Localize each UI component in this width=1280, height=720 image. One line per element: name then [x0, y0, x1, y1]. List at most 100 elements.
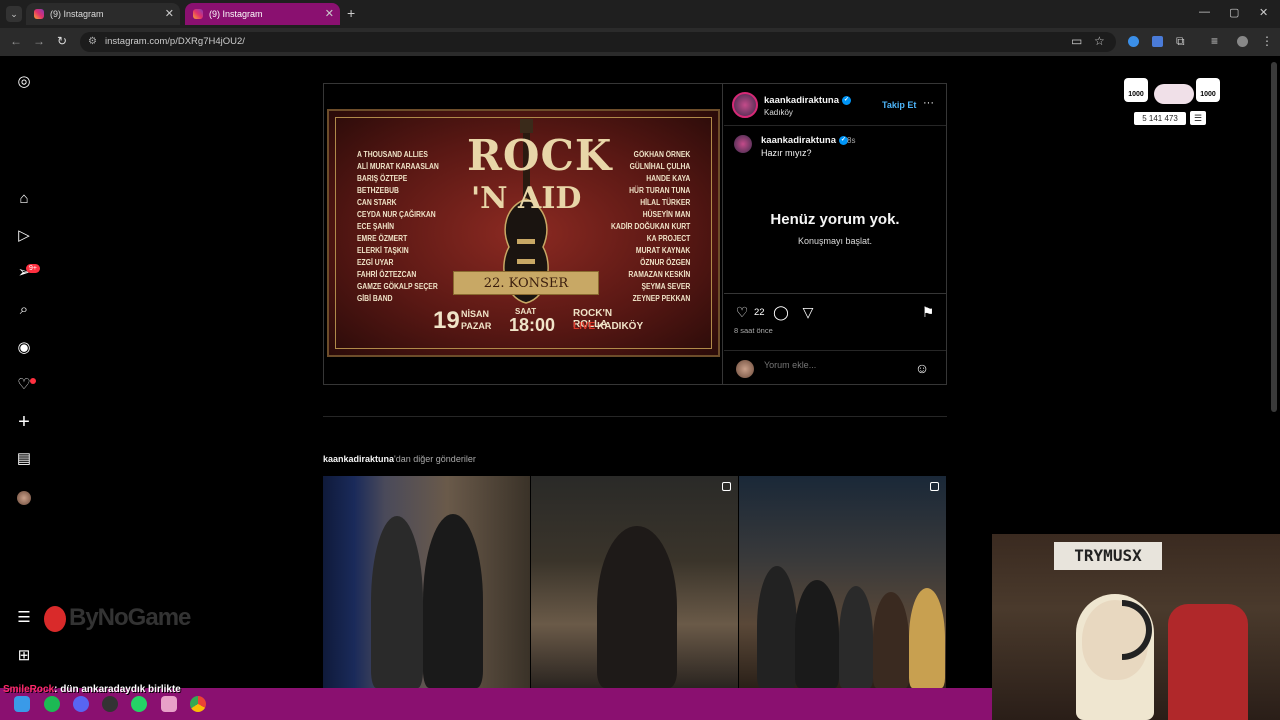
- windows-start-icon[interactable]: [14, 696, 30, 712]
- grid-post-3[interactable]: [739, 476, 946, 688]
- more-posts-heading: kaankadiraktuna'dan diğer gönderiler: [323, 454, 476, 464]
- multiple-photos-icon: [722, 482, 731, 491]
- new-tab-button[interactable]: +: [347, 5, 355, 21]
- poster-artist-name: BARIŞ ÖZTEPE: [357, 174, 408, 183]
- poster-artist-name: HÜR TURAN TUNA: [628, 186, 690, 195]
- author-username[interactable]: kaankadiraktuna ✓: [764, 95, 851, 106]
- back-arrow-icon[interactable]: ←: [10, 34, 22, 48]
- poster-right-artists: GÖKHAN ÖRNEK GÜLNİHAL ÇULHA HANDE KAYA HÜR …: [611, 149, 690, 305]
- address-toolbar: ← → ↻ ⚙ instagram.com/p/DXRg7H4jOU2/ ▭ ☆…: [0, 28, 1280, 56]
- like-heart-icon[interactable]: ♡: [734, 304, 750, 320]
- poster-artist-name: HANDE KAYA: [645, 174, 690, 183]
- browser-tab-bar: ⌄ (9) Instagram ✕ (9) Instagram ✕ + — ▢ …: [0, 0, 1280, 28]
- more-options-icon[interactable]: ···: [923, 97, 934, 109]
- concert-poster-image: ROCK 'N AID A THOUSAND ALLIES ALİ MURAT K…: [327, 109, 720, 357]
- no-comments-title: Henüz yorum yok.: [770, 211, 900, 228]
- spotify-icon[interactable]: [44, 696, 60, 712]
- comment-input-row: ☺: [724, 350, 946, 385]
- share-icon[interactable]: ▽: [800, 304, 816, 320]
- tab-close-icon[interactable]: ✕: [325, 7, 334, 20]
- forward-arrow-icon[interactable]: →: [33, 34, 45, 48]
- messages-badge: 9+: [26, 264, 40, 273]
- reels-icon[interactable]: ▷: [15, 227, 33, 245]
- instagram-favicon-icon: [34, 9, 44, 19]
- post-time-ago: 8 saat önce: [734, 326, 773, 335]
- poster-artist-name: RAMAZAN KESKİN: [628, 270, 690, 279]
- poster-artist-name: GAMZE GÖKALP SEÇER: [357, 282, 438, 291]
- tab-search-button[interactable]: ⌄: [6, 6, 22, 22]
- save-bookmark-icon[interactable]: ⚑: [920, 304, 936, 320]
- url-bar[interactable]: ⚙ instagram.com/p/DXRg7H4jOU2/: [80, 32, 1116, 52]
- poster-weekday: PAZAR: [461, 321, 492, 331]
- caption-username[interactable]: kaankadiraktuna ✓: [761, 135, 848, 146]
- home-icon[interactable]: ⌂: [15, 190, 33, 208]
- more-menu-icon[interactable]: ☰: [15, 609, 33, 627]
- reload-icon[interactable]: ↻: [57, 34, 67, 48]
- emoji-icon[interactable]: ☺: [914, 360, 930, 376]
- widget-right-box: 1000: [1196, 78, 1220, 102]
- more-posts-username[interactable]: kaankadiraktuna: [323, 454, 394, 464]
- caption-text: Hazır mıyız?: [761, 148, 812, 158]
- dashboard-icon[interactable]: ▤: [15, 450, 33, 468]
- extension-2-icon[interactable]: [1152, 36, 1163, 47]
- bynogame-watermark: ByNoGame: [44, 604, 191, 632]
- post-media[interactable]: ROCK 'N AID A THOUSAND ALLIES ALİ MURAT K…: [324, 84, 723, 384]
- tab-instagram-2-active[interactable]: (9) Instagram ✕: [185, 3, 340, 25]
- extensions-puzzle-icon[interactable]: ⧉: [1176, 34, 1185, 49]
- author-avatar[interactable]: [732, 92, 758, 118]
- post-header: kaankadiraktuna ✓ Kadıköy Takip Et ···: [724, 84, 946, 126]
- comment-icon[interactable]: ◯: [773, 304, 789, 320]
- chat-nick: SmileRock: [3, 684, 55, 695]
- create-plus-icon[interactable]: +: [15, 412, 33, 432]
- current-user-avatar: [736, 360, 754, 378]
- close-window-button[interactable]: ✕: [1259, 6, 1268, 19]
- poster-artist-name: KA PROJECT: [646, 234, 690, 243]
- post-location[interactable]: Kadıköy: [764, 108, 793, 117]
- tab-title: (9) Instagram: [209, 9, 263, 19]
- explore-icon[interactable]: ◉: [15, 339, 33, 357]
- caption-avatar[interactable]: [734, 135, 752, 153]
- profile-avatar-icon[interactable]: [1237, 36, 1248, 47]
- site-info-icon[interactable]: ⚙: [88, 32, 97, 52]
- poster-artist-name: FAHRİ ÖZTEZCAN: [357, 270, 417, 279]
- obs-icon[interactable]: [102, 696, 118, 712]
- more-posts-suffix: 'dan diğer gönderiler: [394, 454, 476, 464]
- whatsapp-icon[interactable]: [131, 696, 147, 712]
- poster-artist-name: MURAT KAYNAK: [635, 246, 690, 255]
- grid-post-1[interactable]: [323, 476, 530, 688]
- minimize-button[interactable]: —: [1199, 6, 1210, 18]
- bookmark-star-icon[interactable]: ☆: [1094, 34, 1105, 48]
- photo-person: [873, 592, 909, 688]
- discord-icon[interactable]: [73, 696, 89, 712]
- app-icon[interactable]: [161, 696, 177, 712]
- instagram-logo-icon[interactable]: ◎: [15, 73, 33, 91]
- browser-menu-icon[interactable]: ⋮: [1261, 34, 1273, 48]
- media-control-icon[interactable]: ≡: [1211, 34, 1218, 48]
- like-count[interactable]: 22: [754, 307, 765, 318]
- chat-message: SmileRock: dün ankaradaydık birlikte: [3, 684, 181, 695]
- poster-title-naid: 'N AID: [471, 181, 582, 216]
- chrome-icon[interactable]: [190, 696, 206, 712]
- chat-text: : dün ankaradaydık birlikte: [54, 684, 181, 695]
- meta-apps-icon[interactable]: ⊞: [15, 647, 33, 665]
- tab-instagram-1[interactable]: (9) Instagram ✕: [26, 3, 180, 25]
- poster-day: 19: [433, 307, 460, 334]
- extension-1-icon[interactable]: [1128, 36, 1139, 47]
- follow-button[interactable]: Takip Et: [882, 100, 916, 110]
- poster-left-artists: A THOUSAND ALLIES ALİ MURAT KARAASLAN BARI…: [357, 149, 439, 305]
- multiple-photos-icon: [930, 482, 939, 491]
- profile-avatar[interactable]: [17, 491, 31, 505]
- maximize-button[interactable]: ▢: [1229, 6, 1239, 19]
- caption-time: 8s: [847, 136, 856, 145]
- poster-artist-name: ZEYNEP PEKKAN: [632, 294, 690, 303]
- page-scrollbar[interactable]: [1271, 62, 1277, 412]
- grid-post-2[interactable]: [531, 476, 738, 688]
- poster-artist-name: ŞEYMA SEVER: [641, 282, 690, 291]
- photo-person: [597, 526, 677, 688]
- poster-artist-name: EZGİ UYAR: [357, 258, 394, 267]
- tab-close-icon[interactable]: ✕: [165, 7, 174, 20]
- verified-badge-icon: ✓: [841, 95, 851, 105]
- comment-input[interactable]: [764, 360, 904, 370]
- install-app-icon[interactable]: ▭: [1071, 34, 1082, 48]
- search-icon[interactable]: ⌕: [15, 301, 33, 319]
